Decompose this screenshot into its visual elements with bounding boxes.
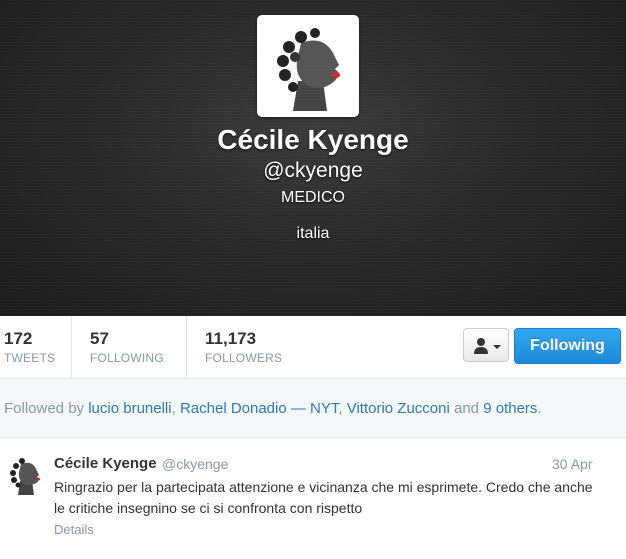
tweet-avatar-image [5,455,45,495]
stat-tweets-value: 172 [4,329,33,348]
followed-by-user-1[interactable]: lucio brunelli [88,400,171,417]
profile-avatar[interactable] [257,15,359,117]
tweet-details-link[interactable]: Details [54,522,94,537]
stat-followers[interactable]: 11,173 FOLLOWERS [186,316,306,378]
tweet-author-name[interactable]: Cécile Kyenge [54,455,157,472]
tweet-avatar[interactable] [5,455,45,500]
profile-location: italia [296,225,330,242]
tweet-author-handle[interactable]: @ckyenge [162,456,228,472]
followed-by-prefix: Followed by [4,400,85,417]
profile-name: Cécile Kyenge [217,124,409,155]
followed-by-text: Followed by lucio brunelli, Rachel Donad… [4,400,542,417]
user-actions-button[interactable] [463,328,509,362]
stat-tweets-label: TWEETS [4,351,56,365]
followed-by-sep-1: , [171,400,180,417]
person-icon [474,338,501,354]
tweet-text: Ringrazio per la partecipata attenzione … [54,479,593,516]
profile-header: Cécile Kyenge @ckyenge MEDICO italia [0,0,626,316]
following-button[interactable]: Following [514,328,621,364]
avatar-portrait-image [263,21,353,111]
followed-by-bar: Followed by lucio brunelli, Rachel Donad… [0,379,626,438]
followed-by-user-2[interactable]: Rachel Donadio — NYT [180,400,338,417]
stat-followers-value: 11,173 [205,329,257,348]
followed-by-others-link[interactable]: 9 others [483,400,537,417]
stat-following-label: FOLLOWING [90,351,164,365]
followed-by-and: and [449,400,484,417]
profile-bio: MEDICO [281,189,345,206]
stat-following[interactable]: 57 FOLLOWING [71,316,187,378]
profile-handle: @ckyenge [263,159,363,182]
tweet-timestamp[interactable]: 30 Apr [552,456,592,472]
stat-following-value: 57 [90,329,109,348]
followed-by-user-3[interactable]: Vittorio Zucconi [347,400,450,417]
caret-down-icon [493,345,501,349]
followed-by-end: . [537,400,542,417]
followed-by-sep-2: , [338,400,347,417]
stat-tweets[interactable]: 172 TWEETS [0,316,72,378]
stat-followers-label: FOLLOWERS [205,351,283,365]
